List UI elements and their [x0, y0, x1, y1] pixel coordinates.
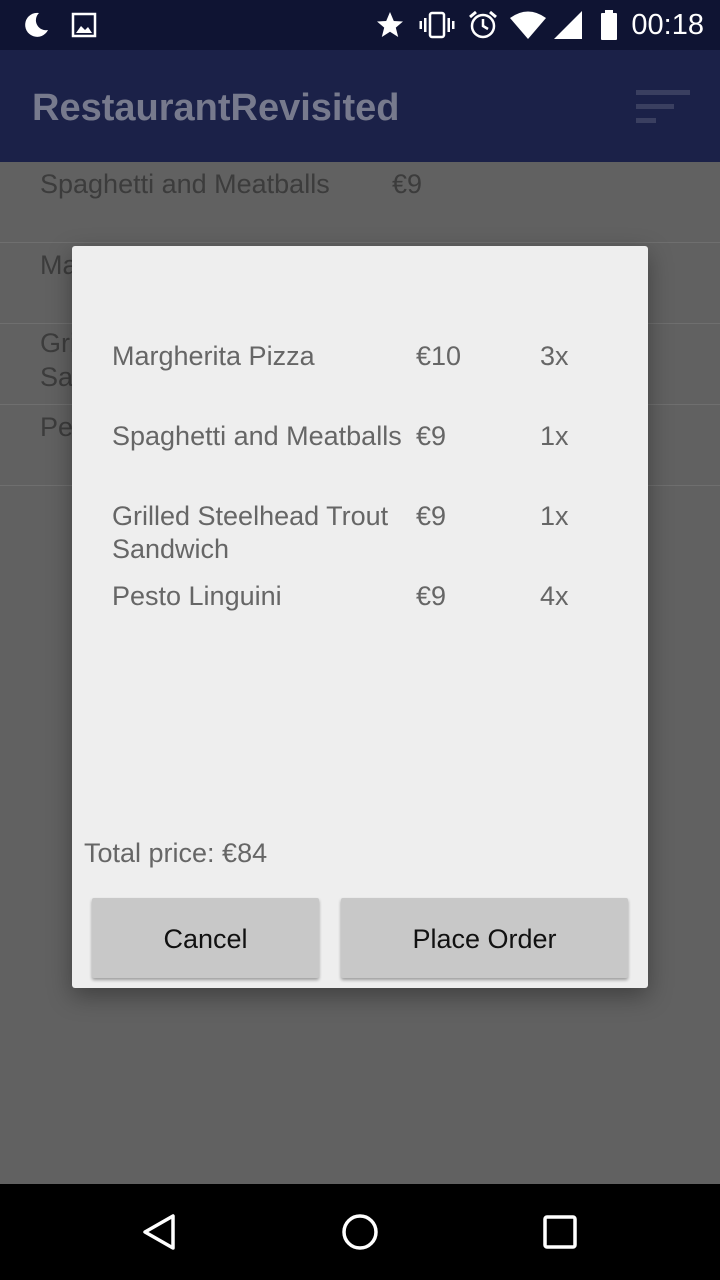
order-item-quantity: 3x — [540, 341, 569, 371]
order-item-name: Pesto Linguini — [112, 581, 282, 611]
back-icon[interactable] — [140, 1212, 180, 1252]
list-item[interactable]: Spaghetti and Meatballs €9 — [0, 162, 720, 243]
vibrate-icon — [418, 0, 456, 50]
order-item-name: Spaghetti and Meatballs — [112, 421, 402, 451]
order-item-quantity: 1x — [540, 421, 569, 451]
wifi-icon — [508, 0, 548, 50]
image-icon — [70, 0, 98, 50]
moon-icon — [20, 0, 52, 50]
order-item-price: €9 — [416, 501, 447, 531]
app-bar: RestaurantRevisited — [0, 50, 720, 162]
star-icon — [374, 0, 406, 50]
order-item-name: Grilled Steelhead Trout Sandwich — [112, 501, 389, 564]
order-dialog: Margherita Pizza €10 3x Spaghetti and Me… — [72, 246, 648, 988]
order-item-price: €9 — [416, 421, 447, 451]
app-title: RestaurantRevisited — [32, 87, 400, 129]
order-item-price: €10 — [416, 341, 462, 371]
status-bar: 00:18 — [0, 0, 720, 50]
cancel-button[interactable]: Cancel — [92, 898, 319, 978]
menu-item-price: €9 — [392, 169, 423, 199]
order-item-quantity: 4x — [540, 581, 569, 611]
navigation-bar — [0, 1184, 720, 1280]
menu-item-name: Spaghetti and Meatballs — [40, 169, 330, 199]
signal-icon — [552, 0, 584, 50]
sort-icon[interactable] — [636, 88, 692, 128]
order-item-price: €9 — [416, 581, 447, 611]
recents-icon[interactable] — [540, 1212, 580, 1252]
place-order-button[interactable]: Place Order — [341, 898, 628, 978]
order-item-name: Margherita Pizza — [112, 341, 315, 371]
status-time: 00:18 — [631, 9, 704, 41]
battery-icon — [598, 0, 620, 50]
order-item-quantity: 1x — [540, 501, 569, 531]
home-icon[interactable] — [340, 1212, 380, 1252]
alarm-icon — [466, 0, 500, 50]
total-price: Total price: €84 — [84, 838, 268, 868]
